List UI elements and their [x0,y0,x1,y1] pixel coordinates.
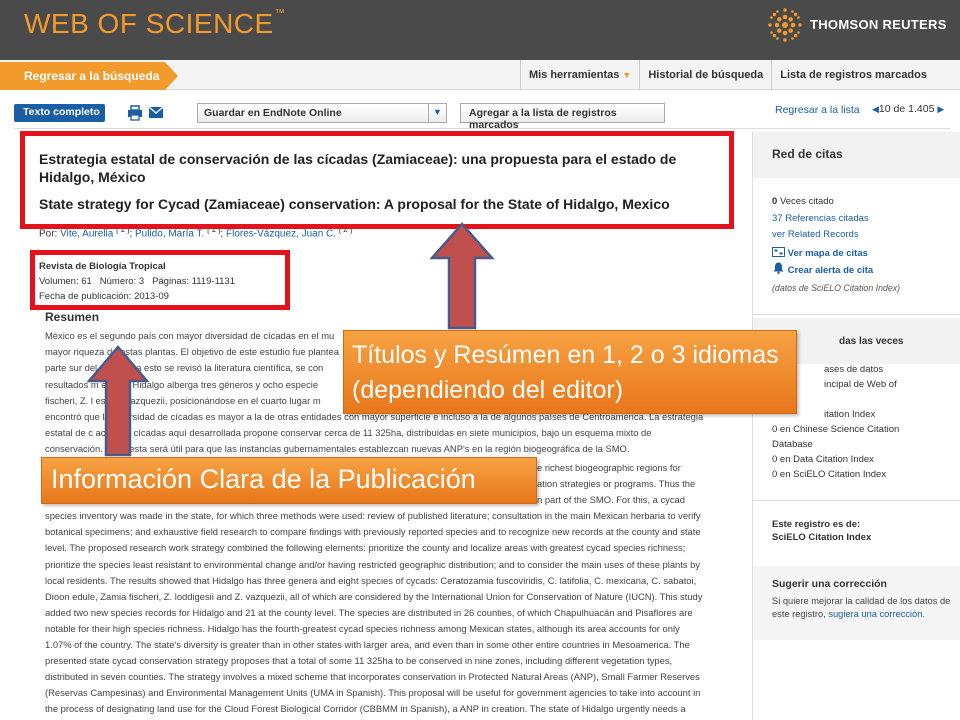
usage-line: itation Index [824,409,876,420]
top-header-bar: WEB OF SCIENCE™ THOMSON REUTERS [0,0,960,60]
abstract-line: prioritize the species least resistant t… [45,558,701,570]
citation-alert-row[interactable]: Crear alerta de cita [772,262,900,280]
abstract-line: botanical specimens; and exhaustive fiel… [45,526,701,538]
usage-line: 0 en Chinese Science Citation [772,424,900,435]
usage-line: ases de datos [824,364,884,375]
sidebar-divider [753,314,960,315]
suggest-correction-text: Si quiere mejorar la calidad de los dato… [772,595,957,620]
abstract-line: 1.07% of the country. The state's divers… [45,639,690,651]
abstract-line: level. The proposed research work strate… [45,542,686,554]
my-tools-label: Mis herramientas [528,69,620,81]
usage-counts: ases de datos incipal de Web of itation I… [772,362,957,482]
citation-network-heading: Red de citas [753,132,960,178]
my-tools-menu[interactable]: Mis herramientas ▼ [519,60,639,90]
abstract-line: added two new species records for Hidalg… [45,606,693,618]
abstract-line: local residents. The results showed that… [45,574,697,586]
times-cited-count: 0 [772,196,778,207]
times-cited-label: Veces citado [779,196,834,207]
abstract-line: species inventory was made in the state,… [45,510,701,522]
suggest-correction-heading: Sugerir una corrección [772,578,887,590]
bell-icon [773,262,784,274]
times-cited: 0 Veces citado [772,194,900,211]
thomson-reuters-logo-icon [768,8,802,42]
web-of-science-logo[interactable]: WEB OF SCIENCE™ [24,8,285,40]
usage-line: Database [772,439,813,450]
search-history-link[interactable]: Historial de búsqueda [639,60,771,90]
full-text-button[interactable]: Texto completo [14,104,105,122]
usage-line [772,392,957,407]
marked-list-link[interactable]: Lista de registros marcados [771,60,935,90]
add-to-marked-list-button[interactable]: Agregar a la lista de registros marcados [460,103,665,131]
brand-trademark: ™ [274,8,286,19]
chevron-down-icon: ▼ [622,70,632,80]
sidebar-divider [753,500,960,501]
suggest-correction-link[interactable]: sugiera una corrección. [828,609,925,619]
cited-references-link[interactable]: 37 Referencias citadas [772,211,900,228]
author-link[interactable]: Pulido, María T. [135,228,204,239]
arrow-up-icon [87,345,149,457]
total-records: 1.405 [908,103,935,115]
record-source-value: SciELO Citation Index [772,532,872,543]
usage-line: 0 en SciELO Citation Index [772,469,887,480]
citation-map-row[interactable]: Ver mapa de citas [772,246,900,263]
abstract-line: presented state cycad conservation strat… [45,655,673,667]
print-icon[interactable] [127,105,143,121]
previous-record-icon[interactable]: ◀ [872,104,879,114]
abstract-heading: Resumen [45,310,100,324]
toolbar-divider [14,128,950,129]
publication-highlight-box [30,250,290,310]
navigation-bar: Regresar a la búsqueda Mis herramientas ▼… [0,60,960,90]
publication-info-callout: Información Clara de la Publicación [41,457,537,504]
arrow-up-icon [430,222,494,330]
brand-text: WEB OF SCIENCE [24,8,274,39]
citation-map-icon [772,246,785,257]
record-toolbar: Texto completo Guardar en EndNote Online… [0,90,960,132]
email-icon[interactable] [149,107,163,118]
citation-data-source: (datos de SciELO Citation Index) [772,282,901,293]
suggest-correction-panel: Sugerir una corrección Si quiere mejorar… [753,566,960,640]
citation-map-link[interactable]: Ver mapa de citas [788,248,868,259]
author-link[interactable]: Vite, Aurelia [60,228,113,239]
current-record-number: 10 [878,103,891,115]
usage-line: 0 en Data Citation Index [772,454,874,465]
company-name: THOMSON REUTERS [810,17,947,32]
related-records-link[interactable]: ver Related Records [772,227,900,244]
citation-sidebar: Red de citas 0 Veces citado 37 Referenci… [752,132,960,720]
nav-menu: Mis herramientas ▼ Historial de búsqueda … [519,60,935,90]
record-pager: ◀10 de 1.405 ▶ [872,103,944,115]
abstract-line: distributed in seven counties. The strat… [45,671,700,683]
endnote-select-value: Guardar en EndNote Online [204,107,342,119]
citation-stats: 0 Veces citado 37 Referencias citadas ve… [772,194,900,296]
by-label: Por: [39,228,58,240]
chevron-down-icon[interactable]: ▼ [428,104,446,122]
abstract-line: notable for their high species richness.… [45,622,680,634]
back-to-list-link[interactable]: Regresar a la lista [775,104,860,116]
citation-alert-link[interactable]: Crear alerta de cita [788,265,874,276]
record-source: Este registro es de: SciELO Citation Ind… [772,518,871,544]
titles-highlight-box [20,131,734,229]
author-link[interactable]: Flores-Vázquez, Juan C. [226,228,336,239]
abstract-line: the process of designating land use for … [45,703,686,715]
pager-of-label: de [893,103,906,115]
record-source-label: Este registro es de: [772,519,861,530]
back-to-search-tab[interactable]: Regresar a la búsqueda [0,62,178,90]
abstract-line: Dioon edule, Zamia fischeri, Z. loddiges… [45,590,703,602]
endnote-save-select[interactable]: Guardar en EndNote Online ▼ [197,103,447,123]
abstract-line: (Reservas Campesinas) and Environmental … [45,687,701,699]
usage-line: incipal de Web of [824,379,897,390]
titles-languages-callout: Títulos y Resúmen en 1, 2 o 3 idiomas (d… [343,330,797,414]
next-record-icon[interactable]: ▶ [937,104,944,114]
